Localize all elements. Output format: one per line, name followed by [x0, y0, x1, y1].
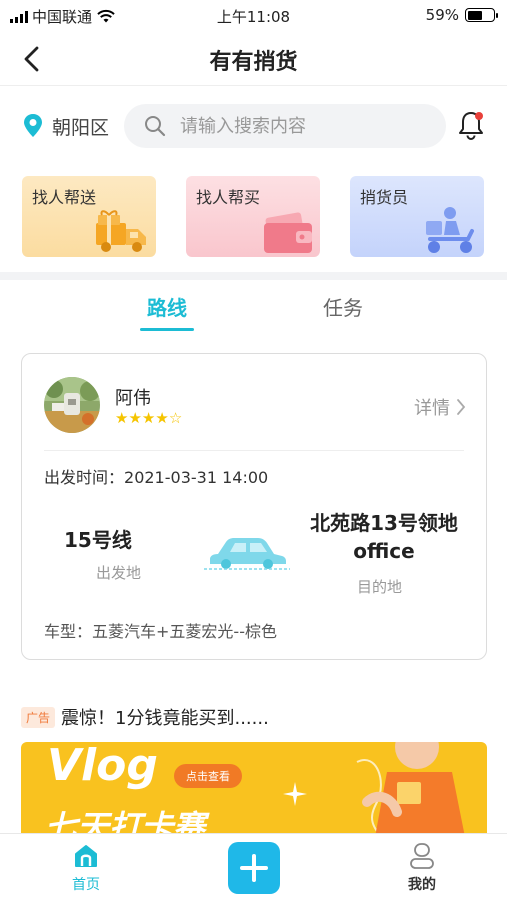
banner-illustration	[356, 742, 465, 837]
service-label: 捎货员	[360, 188, 409, 207]
service-label: 找人帮送	[32, 188, 97, 207]
page-title: 有有捎货	[209, 50, 298, 75]
banner-subtitle: 七天打卡赛	[45, 808, 206, 837]
departure-time-row: 出发时间：2021-03-31 14:00	[44, 464, 268, 488]
search-icon	[145, 116, 166, 137]
card-divider	[44, 450, 464, 451]
sparkle-icon	[283, 782, 307, 806]
tab-mine[interactable]: 我的	[392, 842, 452, 894]
courier-scooter-icon	[426, 207, 474, 253]
origin-label: 出发地	[96, 564, 142, 582]
departure-time-value: 2021-03-31 14:00	[124, 468, 269, 487]
location-pin-icon[interactable]	[22, 113, 44, 139]
departure-time-label: 出发时间：	[44, 468, 125, 487]
tab-home-label: 首页	[72, 877, 100, 893]
route-task-tabs: 路线 任务	[0, 280, 507, 340]
active-tab-indicator	[140, 328, 194, 331]
star-empty-icon: ☆	[168, 409, 183, 427]
destination-label: 目的地	[357, 578, 403, 596]
banner-cta-button[interactable]: 点击查看	[174, 764, 242, 788]
search-input[interactable]	[180, 112, 430, 140]
ad-badge: 广告	[21, 706, 56, 728]
banner-title: Vlog	[47, 742, 158, 791]
star-filled-icon: ★	[128, 409, 142, 427]
search-row: 朝阳区	[0, 100, 507, 152]
detail-link[interactable]: 详情	[414, 394, 466, 420]
driver-rating: ★★★★☆	[115, 409, 182, 427]
tab-home[interactable]: 首页	[56, 842, 116, 894]
service-cards: 找人帮送 找人帮买 捎货员	[0, 176, 507, 258]
navigation-bar: 有有捎货	[0, 32, 507, 86]
status-bar: 中国联通 上午11:08 59%	[0, 0, 507, 32]
ad-headline[interactable]: 震惊！1分钱竟能买到......	[61, 704, 269, 730]
delivery-truck-gift-icon	[96, 210, 146, 252]
user-icon	[410, 843, 434, 869]
origin-name: 15号线	[64, 528, 132, 552]
trip-card[interactable]: 阿伟 ★★★★☆ 详情 出发时间：2021-03-31 14:00 15号线 出…	[21, 353, 487, 660]
tab-route[interactable]: 路线	[127, 292, 207, 321]
service-courier-card[interactable]: 捎货员	[350, 176, 484, 257]
chevron-right-icon	[457, 399, 466, 415]
vehicle-value: 五菱汽车+五菱宏光--棕色	[92, 622, 277, 641]
service-send-card[interactable]: 找人帮送	[22, 176, 156, 257]
tab-task[interactable]: 任务	[303, 292, 383, 321]
bottom-tab-bar: 首页 我的	[0, 833, 507, 900]
star-filled-icon: ★	[115, 409, 129, 427]
search-box[interactable]	[124, 104, 446, 148]
star-filled-icon: ★	[141, 409, 156, 427]
star-filled-icon: ★	[155, 409, 169, 427]
detail-label: 详情	[414, 398, 450, 419]
promo-banner[interactable]: Vlog 点击查看 七天打卡赛	[21, 742, 487, 837]
vehicle-label: 车型：	[44, 622, 93, 641]
status-right: 59%	[425, 6, 498, 24]
section-divider	[0, 272, 507, 280]
wallet-icon	[264, 212, 312, 253]
ad-row[interactable]: 广告 震惊！1分钱竟能买到......	[21, 704, 491, 730]
avatar-image	[44, 377, 100, 433]
driver-avatar[interactable]	[44, 377, 100, 433]
car-icon	[204, 538, 290, 570]
service-buy-card[interactable]: 找人帮买	[186, 176, 320, 257]
driver-name: 阿伟	[115, 388, 151, 409]
destination-name: 北苑路13号领地office	[310, 511, 458, 563]
plus-icon	[240, 854, 268, 882]
location-selector[interactable]: 朝阳区	[52, 113, 109, 140]
service-label: 找人帮买	[196, 188, 261, 207]
vehicle-row: 车型：五菱汽车+五菱宏光--棕色	[44, 618, 277, 642]
battery-percent: 59%	[425, 6, 459, 24]
notification-bell-icon[interactable]	[457, 110, 485, 140]
tab-mine-label: 我的	[408, 877, 436, 893]
add-button[interactable]	[228, 842, 280, 894]
battery-icon	[465, 8, 498, 22]
home-icon	[75, 845, 97, 867]
